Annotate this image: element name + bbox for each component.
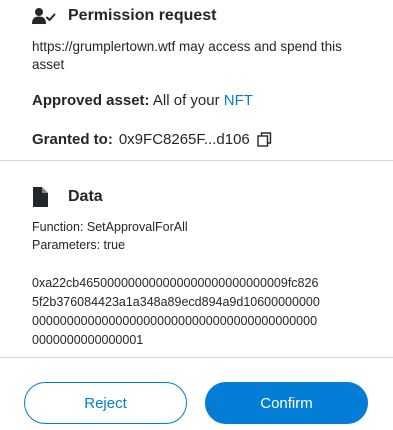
granted-to-row: Granted to: 0x9FC8265F...d106	[32, 131, 272, 148]
function-info: Function: SetApprovalForAll Parameters: …	[32, 218, 372, 254]
user-check-icon	[32, 6, 56, 26]
permission-heading: Permission request	[68, 7, 217, 24]
permission-heading-row: Permission request	[32, 6, 217, 26]
document-icon	[32, 187, 56, 207]
reject-button[interactable]: Reject	[24, 382, 187, 424]
approved-asset-row: Approved asset: All of your NFT	[32, 92, 253, 109]
approved-asset-prefix: All of your	[152, 92, 220, 109]
hex-line: 0000000000000001	[32, 333, 144, 347]
granted-to-address: 0x9FC8265F...d106	[118, 131, 250, 148]
data-section: Data Function: SetApprovalForAll Paramet…	[0, 161, 393, 357]
hex-line: 0xa22cb465000000000000000000000000009fc8…	[32, 276, 319, 290]
data-heading: Data	[68, 188, 103, 205]
approved-asset-label: Approved asset:	[32, 92, 150, 109]
confirm-button[interactable]: Confirm	[205, 382, 368, 424]
permission-description: https://grumplertown.wtf may access and …	[32, 39, 342, 72]
nft-link[interactable]: NFT	[224, 92, 253, 109]
hex-data: 0xa22cb465000000000000000000000000009fc8…	[32, 274, 367, 350]
function-line: Function: SetApprovalForAll	[32, 220, 188, 234]
actions-bar: Reject Confirm	[0, 358, 393, 430]
data-heading-row: Data	[32, 187, 103, 207]
permission-request-section: Permission request https://grumplertown.…	[0, 0, 393, 160]
granted-to-label: Granted to:	[32, 131, 113, 148]
hex-line: 5f2b376084423a1a348a89ecd894a9d106000000…	[32, 295, 320, 309]
hex-line: 0000000000000000000000000000000000000000…	[32, 314, 318, 328]
copy-icon[interactable]	[257, 132, 272, 147]
parameters-line: Parameters: true	[32, 238, 126, 252]
